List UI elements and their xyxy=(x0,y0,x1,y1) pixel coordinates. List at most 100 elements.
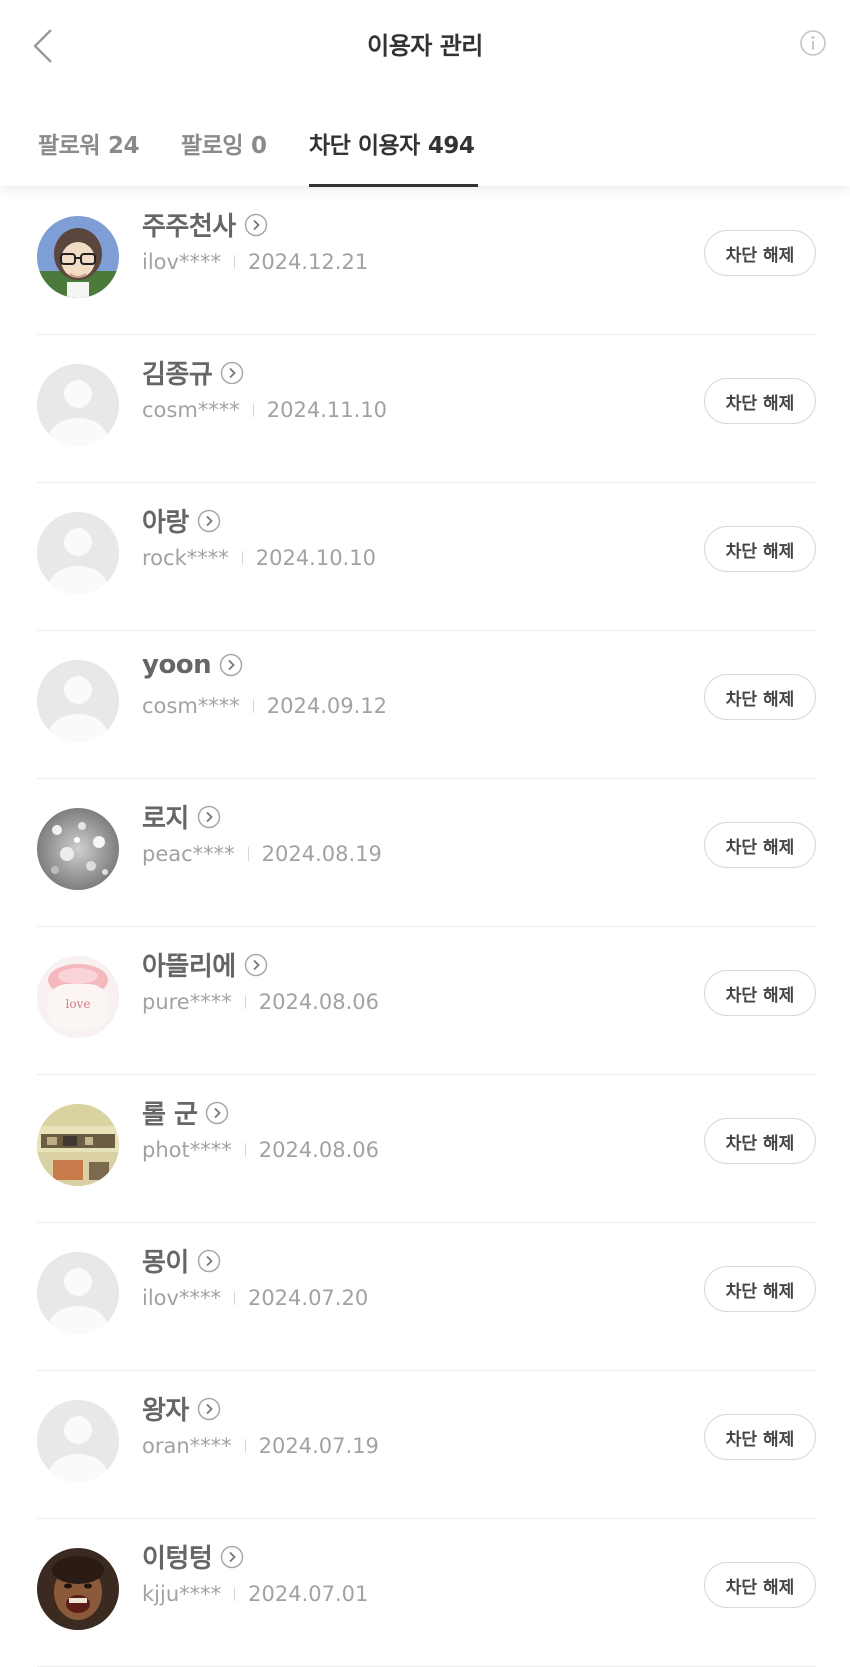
user-meta: phot**** 2024.08.06 xyxy=(142,1138,379,1162)
user-name: 롤 군 xyxy=(142,1100,198,1130)
tab-following[interactable]: 팔로잉 0 xyxy=(181,126,267,160)
user-name-line[interactable]: 이텅텅 xyxy=(142,1538,244,1575)
block-date: 2024.08.06 xyxy=(258,990,379,1014)
block-date: 2024.07.19 xyxy=(258,1434,379,1458)
unblock-button[interactable]: 차단 해제 xyxy=(704,1118,816,1164)
user-meta: peac**** 2024.08.19 xyxy=(142,842,382,866)
user-name-line[interactable]: 몽이 xyxy=(142,1242,221,1279)
user-name-line[interactable]: 아뜰리에 xyxy=(142,946,268,983)
user-name-line[interactable]: 롤 군 xyxy=(142,1094,229,1131)
user-id: peac**** xyxy=(142,842,235,866)
user-meta: cosm**** 2024.09.12 xyxy=(142,694,387,718)
user-meta: ilov**** 2024.07.20 xyxy=(142,1286,368,1310)
user-meta: rock**** 2024.10.10 xyxy=(142,546,376,570)
list-item: 왕자 oran**** 2024.07.19 차단 해제 xyxy=(37,1370,816,1519)
unblock-button[interactable]: 차단 해제 xyxy=(704,1562,816,1608)
list-item: 김종규 cosm**** 2024.11.10 차단 해제 xyxy=(37,334,816,483)
list-item: 롤 군 phot**** 2024.08.06 차단 해제 xyxy=(37,1074,816,1223)
user-name: 아뜰리에 xyxy=(142,952,236,982)
user-meta: pure**** 2024.08.06 xyxy=(142,990,379,1014)
divider xyxy=(233,1291,235,1305)
user-id: kjju**** xyxy=(142,1582,222,1606)
unblock-button[interactable]: 차단 해제 xyxy=(704,526,816,572)
love-cup-avatar-image: love xyxy=(37,956,119,1038)
list-item: 아랑 rock**** 2024.10.10 차단 해제 xyxy=(37,482,816,631)
avatar[interactable] xyxy=(37,1252,119,1334)
unblock-button[interactable]: 차단 해제 xyxy=(704,970,816,1016)
tab-count: 0 xyxy=(250,133,267,159)
block-date: 2024.09.12 xyxy=(266,694,388,718)
avatar[interactable] xyxy=(37,1548,119,1630)
user-name: 이텅텅 xyxy=(142,1544,213,1574)
avatar[interactable]: love xyxy=(37,956,119,1038)
user-name-line[interactable]: 왕자 xyxy=(142,1390,221,1427)
active-tab-indicator xyxy=(309,184,478,187)
divider xyxy=(252,699,254,713)
avatar[interactable] xyxy=(37,1104,119,1186)
chevron-right-circle-icon xyxy=(197,1397,221,1420)
unblock-button[interactable]: 차단 해제 xyxy=(704,1414,816,1460)
user-id: phot**** xyxy=(142,1138,232,1162)
chevron-right-circle-icon xyxy=(244,213,267,236)
user-meta: oran**** 2024.07.19 xyxy=(142,1434,379,1458)
block-date: 2024.11.10 xyxy=(266,398,388,422)
unblock-button[interactable]: 차단 해제 xyxy=(704,230,816,276)
chevron-right-circle-icon xyxy=(206,1101,229,1124)
avatar[interactable] xyxy=(37,216,119,298)
room-photo-avatar-image xyxy=(37,1104,119,1186)
user-name-line[interactable]: 아랑 xyxy=(142,502,221,539)
default-profile-icon xyxy=(37,1252,119,1334)
user-name: 김종규 xyxy=(142,360,213,390)
list-item: 주주천사 ilov**** 2024.12.21 차단 해제 xyxy=(37,186,816,335)
user-name: 아랑 xyxy=(142,508,189,538)
list-item: 이텅텅 kjju**** 2024.07.01 차단 해제 xyxy=(37,1518,816,1667)
list-item: yoon cosm**** 2024.09.12 차단 해제 xyxy=(37,630,816,779)
tab-count: 24 xyxy=(107,133,140,159)
love-text: love xyxy=(66,997,91,1011)
user-name: 주주천사 xyxy=(142,212,236,242)
divider xyxy=(244,1439,246,1453)
chevron-right-circle-icon xyxy=(197,805,221,828)
tab-count: 494 xyxy=(427,133,475,159)
tab-followers[interactable]: 팔로워 24 xyxy=(38,126,140,160)
avatar[interactable] xyxy=(37,364,119,446)
user-name: yoon xyxy=(142,650,212,680)
user-name: 몽이 xyxy=(142,1248,189,1278)
user-id: pure**** xyxy=(142,990,232,1014)
user-name: 로지 xyxy=(142,804,189,834)
tab-label: 팔로잉 xyxy=(181,133,243,159)
info-icon xyxy=(800,30,826,56)
divider xyxy=(244,1143,246,1157)
user-id: cosm**** xyxy=(142,398,240,422)
tab-bar: 팔로워 24 팔로잉 0 차단 이용자 494 xyxy=(0,96,850,187)
user-name-line[interactable]: 김종규 xyxy=(142,354,244,391)
chevron-right-circle-icon xyxy=(221,1545,244,1568)
chevron-right-circle-icon xyxy=(197,509,221,532)
list-item: 몽이 ilov**** 2024.07.20 차단 해제 xyxy=(37,1222,816,1371)
unblock-button[interactable]: 차단 해제 xyxy=(704,1266,816,1312)
user-name-line[interactable]: 주주천사 xyxy=(142,206,268,243)
default-profile-icon xyxy=(37,1400,119,1482)
page-title: 이용자 관리 xyxy=(367,32,483,60)
block-date: 2024.10.10 xyxy=(255,546,376,570)
divider xyxy=(247,847,249,861)
tab-label: 차단 이용자 xyxy=(309,133,420,159)
user-id: rock**** xyxy=(142,546,229,570)
tab-blocked-users[interactable]: 차단 이용자 494 xyxy=(309,126,475,160)
user-name-line[interactable]: yoon xyxy=(142,650,243,680)
list-item: 로지 peac**** 2024.08.19 차단 해제 xyxy=(37,778,816,927)
user-meta: ilov**** 2024.12.21 xyxy=(142,250,368,274)
block-date: 2024.08.19 xyxy=(261,842,382,866)
user-id: ilov**** xyxy=(142,1286,221,1310)
avatar[interactable] xyxy=(37,660,119,742)
unblock-button[interactable]: 차단 해제 xyxy=(704,822,816,868)
user-name-line[interactable]: 로지 xyxy=(142,798,221,835)
avatar[interactable] xyxy=(37,512,119,594)
avatar[interactable] xyxy=(37,808,119,890)
block-date: 2024.07.01 xyxy=(248,1582,369,1606)
unblock-button[interactable]: 차단 해제 xyxy=(704,378,816,424)
avatar[interactable] xyxy=(37,1400,119,1482)
info-button[interactable] xyxy=(798,28,828,58)
unblock-button[interactable]: 차단 해제 xyxy=(704,674,816,720)
divider xyxy=(252,403,254,417)
